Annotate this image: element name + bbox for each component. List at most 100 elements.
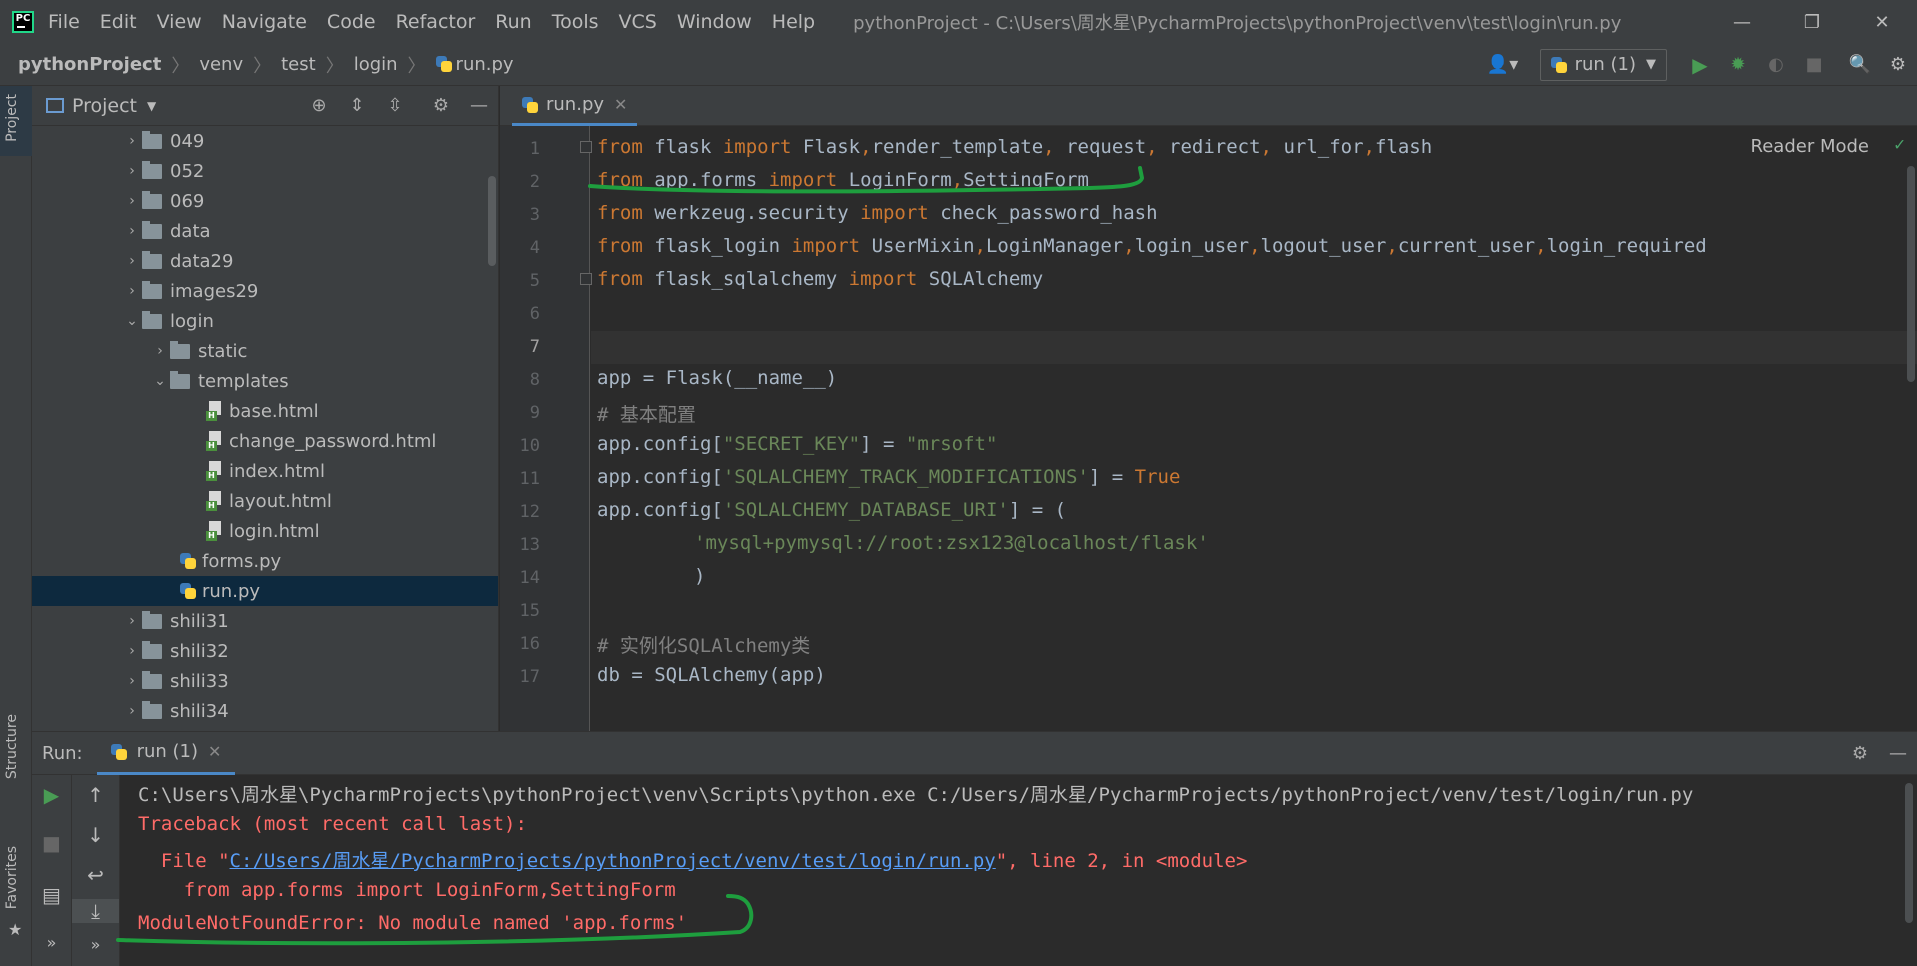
chevron-right-icon[interactable]: › (122, 613, 142, 629)
locate-target-icon[interactable]: ⊕ (300, 95, 338, 116)
coverage-icon[interactable]: ◐ (1757, 54, 1795, 75)
scroll-to-end-icon[interactable]: ⤓ (72, 899, 119, 923)
tree-item-login-html[interactable]: login.html (32, 516, 498, 546)
tree-item-shili34[interactable]: › shili34 (32, 696, 498, 726)
fold-toggle-icon[interactable] (580, 273, 592, 285)
chevron-down-icon[interactable]: ⌄ (150, 373, 170, 389)
menu-code[interactable]: Code (327, 11, 376, 33)
tree-item-base-html[interactable]: base.html (32, 396, 498, 426)
layout-icon[interactable]: ▤ (32, 883, 71, 907)
menu-help[interactable]: Help (772, 11, 815, 33)
close-tab-icon[interactable]: ✕ (614, 95, 627, 114)
hide-panel-icon[interactable]: — (460, 95, 498, 116)
code-editor[interactable]: 1 2 3 4 5 6 7 8 9 10 11 12 13 14 15 16 1… (500, 126, 1917, 731)
gear-icon[interactable]: ⚙ (1841, 743, 1879, 764)
menu-edit[interactable]: Edit (100, 11, 137, 33)
chevron-right-icon[interactable]: › (122, 133, 142, 149)
menu-tools[interactable]: Tools (552, 11, 599, 33)
breadcrumb-runpy[interactable]: run.py (435, 54, 514, 75)
tree-item-static[interactable]: › static (32, 336, 498, 366)
favorites-tool-tab[interactable]: Favorites (4, 846, 20, 909)
breadcrumb-venv[interactable]: venv (199, 54, 243, 75)
tree-item-shili33[interactable]: › shili33 (32, 666, 498, 696)
tree-item-layout-html[interactable]: layout.html (32, 486, 498, 516)
tree-item-label: shili32 (170, 640, 229, 662)
breadcrumb-test[interactable]: test (281, 54, 316, 75)
settings-gear-icon[interactable]: ⚙ (1879, 54, 1917, 75)
breadcrumb-login[interactable]: login (354, 54, 398, 75)
file-link[interactable]: C:/Users/周水星/PycharmProjects/pythonProje… (230, 850, 996, 872)
tree-item-049[interactable]: › 049 (32, 126, 498, 156)
rerun-icon[interactable]: ▶ (32, 783, 71, 807)
arrow-down-icon[interactable]: ↓ (72, 823, 119, 847)
chevron-down-icon[interactable]: ⌄ (122, 313, 142, 329)
menu-navigate[interactable]: Navigate (222, 11, 307, 33)
fold-toggle-icon[interactable] (580, 141, 592, 153)
expand-all-icon[interactable]: ⇕ (338, 95, 376, 116)
tree-scrollbar[interactable] (488, 176, 496, 266)
stop-icon[interactable]: ■ (32, 831, 71, 855)
tree-item-index-html[interactable]: index.html (32, 456, 498, 486)
tree-item-templates[interactable]: ⌄ templates (32, 366, 498, 396)
chevron-right-icon[interactable]: › (122, 163, 142, 179)
html-file-icon (206, 521, 223, 541)
tree-item-images29[interactable]: › images29 (32, 276, 498, 306)
chevron-right-icon[interactable]: › (122, 703, 142, 719)
arrow-up-icon[interactable]: ↑ (72, 783, 119, 807)
code-line-5: from flask_sqlalchemy import SQLAlchemy (597, 268, 1044, 290)
gear-icon[interactable]: ⚙ (422, 95, 460, 116)
tree-item-shili32[interactable]: › shili32 (32, 636, 498, 666)
console-scrollbar[interactable] (1905, 783, 1913, 923)
reader-mode-toggle[interactable]: Reader Mode (1751, 136, 1869, 157)
run-config-selector[interactable]: run (1) ▼ (1539, 48, 1667, 81)
debug-icon[interactable]: ✹ (1719, 54, 1757, 75)
search-icon[interactable]: 🔍 (1841, 54, 1879, 75)
breadcrumb-separator: 〉 (407, 55, 426, 77)
chevron-right-icon[interactable]: › (150, 343, 170, 359)
minimize-button[interactable]: — (1707, 12, 1777, 33)
menu-run[interactable]: Run (495, 11, 531, 33)
collapse-all-icon[interactable]: ⇳ (376, 95, 414, 116)
menu-refactor[interactable]: Refactor (396, 11, 476, 33)
chevron-right-icon[interactable]: › (122, 253, 142, 269)
run-icon[interactable]: ▶ (1681, 53, 1719, 77)
hide-panel-icon[interactable]: — (1879, 743, 1917, 764)
project-tool-tab[interactable]: Project (4, 94, 20, 142)
user-icon[interactable]: 👤▾ (1480, 54, 1526, 75)
menu-window[interactable]: Window (677, 11, 752, 33)
tree-item-069[interactable]: › 069 (32, 186, 498, 216)
tab-run-py[interactable]: run.py ✕ (512, 86, 638, 126)
soft-wrap-icon[interactable]: ↩ (72, 863, 119, 887)
tree-item-data[interactable]: › data (32, 216, 498, 246)
menu-vcs[interactable]: VCS (619, 11, 657, 33)
inspection-ok-icon[interactable]: ✓ (1894, 134, 1905, 155)
tree-item-login[interactable]: ⌄ login (32, 306, 498, 336)
tree-item-shili31[interactable]: › shili31 (32, 606, 498, 636)
project-panel-title[interactable]: Project (72, 95, 137, 117)
run-tab[interactable]: run (1) ✕ (96, 731, 236, 775)
run-console[interactable]: C:\Users\周水星\PycharmProjects\pythonProje… (120, 775, 1917, 966)
tree-item-forms-py[interactable]: forms.py (32, 546, 498, 576)
restore-button[interactable]: ❐ (1777, 12, 1847, 33)
chevron-down-icon[interactable]: ▼ (147, 99, 156, 113)
more-icon[interactable]: » (32, 933, 71, 952)
structure-tool-tab[interactable]: Structure (4, 714, 20, 779)
chevron-right-icon[interactable]: › (122, 673, 142, 689)
tree-item-run-py[interactable]: run.py (32, 576, 498, 606)
menu-view[interactable]: View (157, 11, 202, 33)
chevron-right-icon[interactable]: › (122, 283, 142, 299)
menu-file[interactable]: File (48, 11, 80, 33)
tree-item-data29[interactable]: › data29 (32, 246, 498, 276)
tree-item-052[interactable]: › 052 (32, 156, 498, 186)
tree-item-change-password-html[interactable]: change_password.html (32, 426, 498, 456)
close-button[interactable]: ✕ (1847, 12, 1917, 33)
chevron-right-icon[interactable]: › (122, 223, 142, 239)
chevron-right-icon[interactable]: › (122, 643, 142, 659)
more-icon[interactable]: » (72, 935, 119, 954)
breadcrumb-project[interactable]: pythonProject (18, 54, 161, 75)
editor-scrollbar[interactable] (1907, 166, 1915, 382)
chevron-right-icon[interactable]: › (122, 193, 142, 209)
stop-icon[interactable]: ■ (1795, 54, 1833, 75)
line-number: 9 (529, 403, 540, 423)
close-tab-icon[interactable]: ✕ (208, 742, 221, 761)
